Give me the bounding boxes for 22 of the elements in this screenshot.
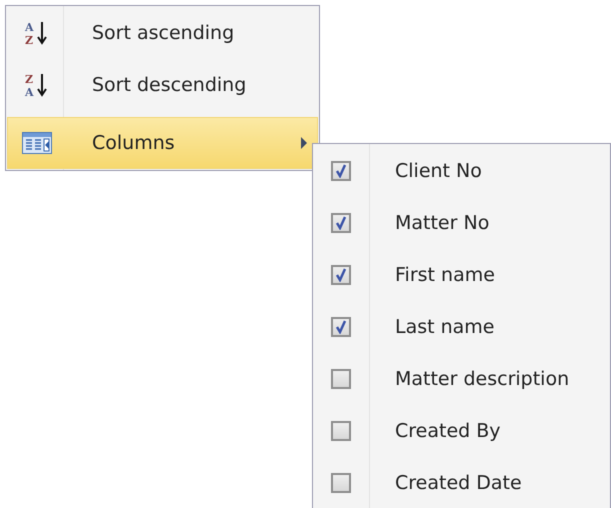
checkbox[interactable] — [331, 369, 351, 389]
column-option[interactable]: Last name — [395, 316, 494, 338]
menu-item[interactable]: Z A Sort descending — [7, 59, 318, 111]
menu-item[interactable]: Columns — [7, 117, 318, 169]
column-option[interactable]: Created Date — [395, 472, 522, 494]
menu-item[interactable]: A Z Sort ascending — [7, 7, 318, 59]
check-icon — [335, 216, 347, 230]
checkbox[interactable] — [331, 265, 351, 285]
column-option[interactable]: Created By — [395, 420, 501, 442]
check-icon — [335, 164, 347, 178]
checkbox[interactable] — [331, 317, 351, 337]
checkbox[interactable] — [331, 473, 351, 493]
checkbox[interactable] — [331, 421, 351, 441]
column-option[interactable]: Client No — [395, 160, 482, 182]
column-option[interactable]: Matter description — [395, 368, 570, 390]
check-icon — [335, 320, 347, 334]
check-icon — [335, 268, 347, 282]
checkbox[interactable] — [331, 213, 351, 233]
columns-icon — [22, 132, 52, 154]
column-option[interactable]: First name — [395, 264, 495, 286]
checkbox[interactable] — [331, 161, 351, 181]
column-option[interactable]: Matter No — [395, 212, 490, 234]
